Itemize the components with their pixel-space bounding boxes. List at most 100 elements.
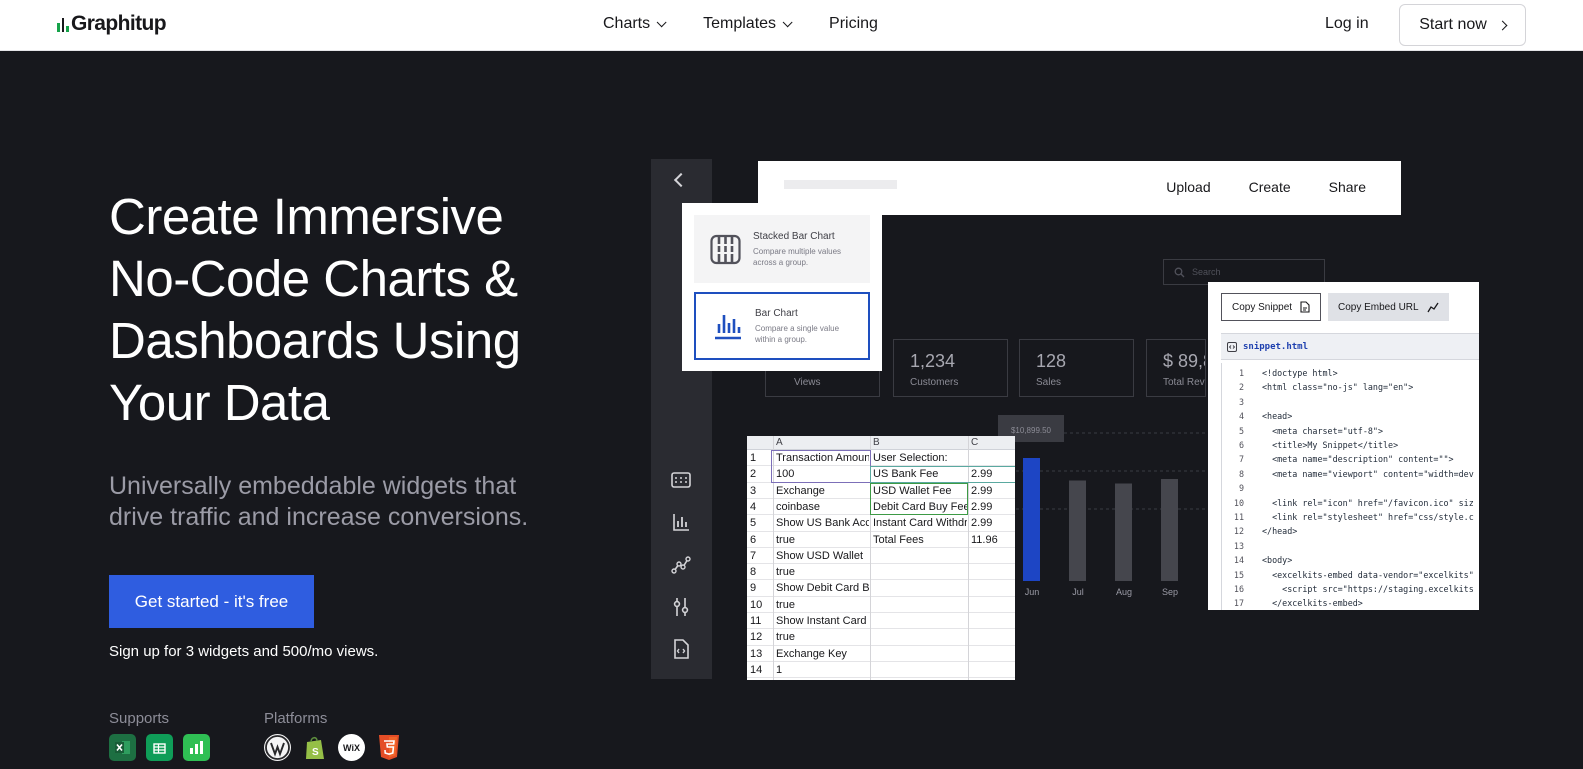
start-now-button[interactable]: Start now: [1399, 4, 1526, 46]
code-line: 12 </head>: [1222, 526, 1479, 540]
nav-pricing-label: Pricing: [829, 15, 878, 32]
search-icon: [1174, 267, 1185, 277]
selection-outline: [870, 466, 1015, 483]
create-link[interactable]: Create: [1249, 179, 1291, 195]
code-text: <meta name="description" content="">: [1262, 454, 1454, 465]
snippet-code: 1 <!doctype html> 2 <html class="no-js" lan…: [1221, 363, 1479, 610]
line-number: 4: [1238, 411, 1244, 422]
chart-type-title: Stacked Bar Chart: [753, 230, 835, 242]
brand-name: Graphitup: [71, 12, 167, 35]
upload-link[interactable]: Upload: [1166, 179, 1210, 195]
row-divider: [747, 595, 1015, 597]
chart-type-bar[interactable]: Bar Chart Compare a single value within a…: [694, 292, 870, 360]
bar-chart-icon[interactable]: [670, 511, 692, 533]
code-line: 5 <meta charset="utf-8">: [1222, 426, 1479, 440]
row-divider: [747, 628, 1015, 630]
copy-embed-label: Copy Embed URL: [1338, 301, 1419, 313]
row-divider: [747, 546, 1015, 548]
nav-charts-label: Charts: [603, 15, 651, 32]
sheet-cell: 1: [776, 663, 783, 676]
code-file-icon: [1227, 341, 1237, 352]
wordpress-icon: [264, 734, 291, 761]
topbar-actions: Upload Create Share: [1166, 179, 1366, 195]
line-chart-icon[interactable]: [670, 554, 692, 576]
signup-note: Sign up for 3 widgets and 500/mo views.: [109, 643, 379, 660]
file-code-icon[interactable]: [670, 638, 692, 660]
bar-chart-icon: [715, 314, 741, 339]
sheet-cell: 2.99: [971, 484, 993, 497]
code-line: 11 <link rel="stylesheet" href="css/styl…: [1222, 512, 1479, 526]
wix-icon: WiX: [338, 734, 365, 761]
line-number: 16: [1233, 584, 1244, 594]
sliders-icon[interactable]: [670, 596, 692, 618]
copy-snippet-button[interactable]: Copy Snippet: [1221, 293, 1322, 321]
sheet-cell: 2.99: [971, 517, 993, 530]
code-line: 15 <excelkits-embed data-vendor="excelki…: [1222, 570, 1479, 584]
line-number: 7: [1238, 454, 1244, 465]
sheet-cell: Exchange: [776, 484, 825, 497]
hero-subtitle: Universally embeddable widgets that driv…: [109, 471, 579, 533]
search-placeholder: Search: [1192, 267, 1221, 277]
snippet-filename: snippet.html: [1243, 341, 1309, 352]
sheet-cell: true: [776, 566, 795, 579]
login-link[interactable]: Log in: [1325, 15, 1369, 33]
get-started-button[interactable]: Get started - it's free: [109, 575, 314, 628]
hero-subtitle-line: Universally embeddable widgets that: [109, 472, 517, 500]
nav-links: Charts Templates Pricing: [603, 15, 878, 33]
sheet-cell: Show USD Wallet: [776, 549, 864, 562]
nav-charts[interactable]: Charts: [603, 15, 667, 33]
bar-jun: [1023, 458, 1040, 581]
top-nav: Graphitup Charts Templates Pricing Log i…: [0, 0, 1583, 51]
sheet-cell: 11.96: [971, 533, 998, 546]
sheet-cell: User Selection:: [873, 452, 948, 464]
brand-logo[interactable]: Graphitup: [57, 11, 167, 37]
stat-customers: 1,234 Customers: [893, 339, 1008, 397]
column-header: C: [971, 437, 979, 448]
stat-total-revenue: $ 89,8 Total Reve: [1146, 339, 1206, 397]
supports-label: Supports: [109, 710, 170, 727]
html5-icon: [375, 734, 402, 761]
code-line: 14 <body>: [1222, 555, 1479, 569]
line-number: 8: [1238, 468, 1244, 479]
hero-title-line: Create Immersive: [109, 188, 504, 245]
nav-templates[interactable]: Templates: [703, 15, 793, 33]
google-sheets-icon: [146, 734, 173, 761]
code-text: <body>: [1262, 555, 1293, 566]
share-link[interactable]: Share: [1329, 179, 1366, 195]
column-header: B: [873, 437, 880, 448]
platforms-label: Platforms: [264, 710, 328, 727]
chart-type-desc: Compare multiple values: [753, 246, 842, 256]
chart-type-stacked-bar[interactable]: Stacked Bar Chart Compare multiple value…: [694, 215, 870, 283]
code-line: 3: [1222, 397, 1479, 411]
row-number: 2: [750, 468, 757, 481]
bar-sep: [1161, 479, 1178, 581]
row-number: 7: [750, 549, 757, 562]
hero-title-line: Dashboards Using: [109, 312, 521, 369]
line-number: 10: [1233, 497, 1244, 508]
row-number: 3: [750, 484, 757, 497]
embed-snippet-panel: Copy Snippet Copy Embed URL snippet.html…: [1208, 282, 1479, 610]
line-number: 12: [1233, 526, 1244, 537]
logo-bars-icon: [57, 16, 70, 32]
copy-embed-url-button[interactable]: Copy Embed URL: [1328, 293, 1449, 321]
code-line: 10 <link rel="icon" href="/favicon.ico" …: [1222, 498, 1479, 512]
chart-type-desc: within a group.: [755, 334, 808, 344]
code-text: <excelkits-embed data-vendor="excelkits": [1262, 569, 1474, 580]
line-number: 9: [1238, 483, 1244, 494]
code-text: <meta name="viewport" content="width=dev: [1262, 468, 1474, 479]
calendar-icon[interactable]: [670, 469, 692, 491]
code-line: 17 </excelkits-embed>: [1222, 598, 1479, 610]
nav-pricing[interactable]: Pricing: [829, 15, 878, 33]
revenue-bar-chart: $10,899.50 Jun Jul Aug Sep: [998, 415, 1210, 597]
sheet-cell: coinbase: [776, 500, 821, 513]
chart-link-icon: [1427, 302, 1439, 312]
code-line: 2 <html class="no-js" lang="en">: [1222, 382, 1479, 396]
code-line: 13: [1222, 541, 1479, 555]
code-text: <link rel="icon" href="/favicon.ico" siz: [1262, 497, 1474, 508]
month-label: Jun: [1025, 587, 1040, 597]
code-text: <script src="https://staging.excelkits: [1262, 584, 1474, 594]
sheet-cell: Instant Card Withdr: [873, 517, 967, 530]
code-line: 8 <meta name="viewport" content="width=d…: [1222, 469, 1479, 483]
month-label: Jul: [1072, 587, 1084, 597]
line-number: 2: [1238, 382, 1244, 393]
